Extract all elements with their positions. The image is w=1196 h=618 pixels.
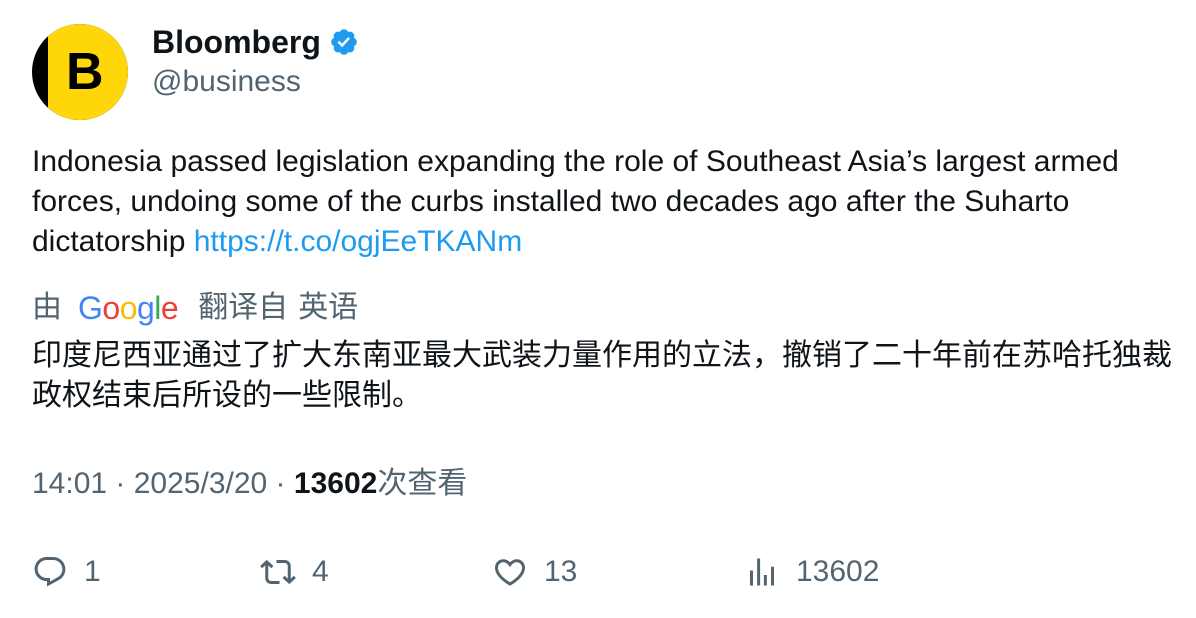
reply-icon [34, 557, 66, 587]
tweet-link[interactable]: https://t.co/ogjEeTKANm [194, 225, 522, 258]
translation-attribution: 由 Google 翻译自 英语 [32, 288, 358, 328]
like-count: 13 [544, 555, 578, 588]
author-handle[interactable]: @business [152, 62, 359, 102]
views-action-count: 13602 [796, 555, 880, 588]
retweet-count: 4 [312, 555, 329, 588]
reply-button[interactable]: 1 [32, 550, 101, 594]
translated-from-label: 翻译自 [198, 291, 289, 324]
heart-icon [494, 559, 526, 586]
avatar[interactable]: B [32, 24, 128, 120]
retweet-button[interactable]: 4 [260, 550, 329, 594]
views-count: 13602 [293, 467, 378, 500]
tweet-header: B Bloomberg @business [32, 24, 359, 120]
reply-count: 1 [84, 555, 101, 588]
retweet-icon [260, 559, 296, 585]
author-name-row: Bloomberg [152, 24, 359, 60]
avatar-letter: B [66, 43, 104, 101]
views-button[interactable]: 13602 [744, 550, 879, 594]
display-name[interactable]: Bloomberg [152, 24, 321, 60]
translated-by-label: 由 [32, 291, 62, 324]
author-names: Bloomberg @business [152, 24, 359, 102]
views-label: 次查看 [377, 467, 468, 500]
meta-separator: · [267, 467, 294, 500]
source-language: 英语 [298, 291, 359, 324]
like-button[interactable]: 13 [492, 550, 577, 594]
meta-separator: · [107, 467, 134, 500]
action-bar: 1 4 13 13602 [32, 550, 1162, 594]
google-logo[interactable]: Google [78, 288, 179, 328]
tweet-time[interactable]: 14:01 [32, 467, 107, 500]
translated-text: 印度尼西亚通过了扩大东南亚最大武装力量作用的立法，撤销了二十年前在苏哈托独裁政权… [32, 338, 1172, 413]
tweet-body: Indonesia passed legislation expanding t… [32, 142, 1162, 262]
verified-badge-icon [331, 29, 357, 55]
analytics-icon [750, 558, 774, 586]
tweet-date[interactable]: 2025/3/20 [134, 467, 267, 500]
tweet-meta: 14:01 · 2025/3/20 · 13602次查看 [32, 464, 467, 504]
